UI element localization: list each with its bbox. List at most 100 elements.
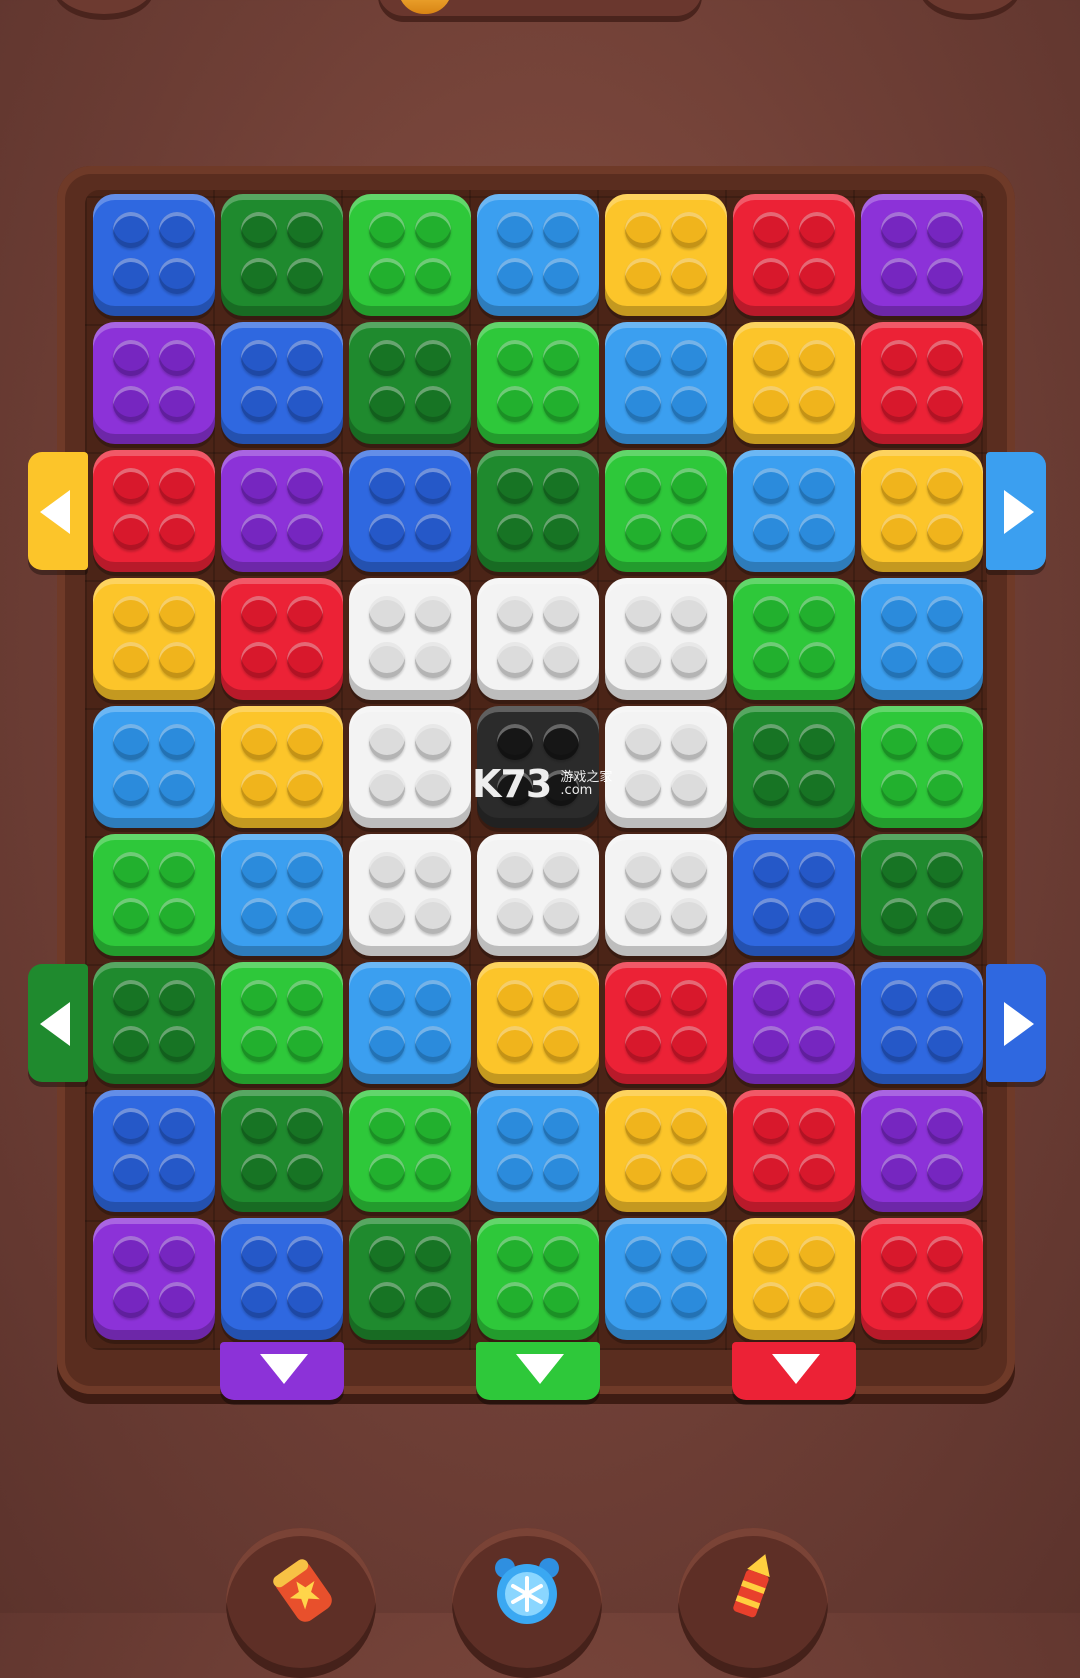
- tile-white[interactable]: [605, 578, 727, 700]
- freeze-clock-icon: [495, 1558, 559, 1624]
- tile-darkgreen[interactable]: [349, 1218, 471, 1340]
- tile-yellow[interactable]: [733, 1218, 855, 1340]
- tile-stud: [241, 1282, 277, 1318]
- tile-stud: [287, 1108, 323, 1144]
- tile-stud: [927, 1236, 963, 1272]
- tile-stud: [497, 724, 533, 760]
- shooter-left-yellow[interactable]: [28, 452, 88, 570]
- tile-stud: [241, 852, 277, 888]
- tile-yellow[interactable]: [605, 1090, 727, 1212]
- tile-green[interactable]: [349, 194, 471, 316]
- tile-green[interactable]: [477, 1218, 599, 1340]
- tile-stud: [927, 724, 963, 760]
- tile-stud: [543, 1236, 579, 1272]
- tile-stud: [881, 514, 917, 550]
- tile-red[interactable]: [733, 194, 855, 316]
- tile-white[interactable]: [349, 578, 471, 700]
- tile-yellow[interactable]: [861, 450, 983, 572]
- tile-yellow[interactable]: [221, 706, 343, 828]
- shooter-right-blue[interactable]: [986, 964, 1046, 1082]
- tile-lightblue[interactable]: [861, 578, 983, 700]
- tile-stud: [415, 1282, 451, 1318]
- tile-yellow[interactable]: [733, 322, 855, 444]
- tile-stud: [369, 898, 405, 934]
- tile-darkgreen[interactable]: [861, 834, 983, 956]
- tile-blue[interactable]: [221, 1218, 343, 1340]
- tile-green[interactable]: [733, 578, 855, 700]
- tile-red[interactable]: [605, 962, 727, 1084]
- tile-darkgreen[interactable]: [221, 1090, 343, 1212]
- tile-purple[interactable]: [221, 450, 343, 572]
- tile-yellow[interactable]: [605, 194, 727, 316]
- tile-lightblue[interactable]: [477, 194, 599, 316]
- tile-green[interactable]: [477, 322, 599, 444]
- tile-purple[interactable]: [93, 322, 215, 444]
- tile-stud: [415, 980, 451, 1016]
- shooter-bottom-purple[interactable]: [220, 1342, 344, 1400]
- booster-rocket[interactable]: [678, 1528, 828, 1678]
- shooter-left-darkgreen[interactable]: [28, 964, 88, 1082]
- tile-blue[interactable]: [93, 194, 215, 316]
- tile-stud: [543, 642, 579, 678]
- tile-purple[interactable]: [733, 962, 855, 1084]
- tile-red[interactable]: [221, 578, 343, 700]
- booster-firecracker[interactable]: [226, 1528, 376, 1678]
- tile-lightblue[interactable]: [605, 322, 727, 444]
- tile-stud: [497, 212, 533, 248]
- tile-darkgreen[interactable]: [221, 194, 343, 316]
- tile-white[interactable]: [349, 706, 471, 828]
- tile-lightblue[interactable]: [733, 450, 855, 572]
- tile-lightblue[interactable]: [605, 1218, 727, 1340]
- tile-white[interactable]: [605, 706, 727, 828]
- tile-darkgreen[interactable]: [477, 450, 599, 572]
- shooter-bottom-green[interactable]: [476, 1342, 600, 1400]
- tile-stud: [113, 1108, 149, 1144]
- tile-yellow[interactable]: [477, 962, 599, 1084]
- tile-stud: [369, 1108, 405, 1144]
- tile-blue[interactable]: [733, 834, 855, 956]
- tile-red[interactable]: [861, 322, 983, 444]
- tile-green[interactable]: [93, 834, 215, 956]
- top-left-button[interactable]: [54, 0, 154, 20]
- tile-blue[interactable]: [221, 322, 343, 444]
- tile-lightblue[interactable]: [477, 1090, 599, 1212]
- tile-white[interactable]: [477, 834, 599, 956]
- tile-darkgreen[interactable]: [733, 706, 855, 828]
- tile-stud: [671, 1026, 707, 1062]
- tile-darkgreen[interactable]: [93, 962, 215, 1084]
- tile-green[interactable]: [861, 706, 983, 828]
- tile-red[interactable]: [861, 1218, 983, 1340]
- tile-green[interactable]: [221, 962, 343, 1084]
- tile-stud: [799, 642, 835, 678]
- tile-lightblue[interactable]: [349, 962, 471, 1084]
- tile-white[interactable]: [605, 834, 727, 956]
- booster-freeze[interactable]: [452, 1528, 602, 1678]
- tile-purple[interactable]: [861, 194, 983, 316]
- top-right-button[interactable]: [920, 0, 1020, 20]
- tile-stud: [799, 852, 835, 888]
- tile-green[interactable]: [349, 1090, 471, 1212]
- arrow-icon: [1004, 490, 1034, 534]
- tile-stud: [543, 980, 579, 1016]
- shooter-right-lightblue[interactable]: [986, 452, 1046, 570]
- tile-blue[interactable]: [861, 962, 983, 1084]
- tile-blue[interactable]: [93, 1090, 215, 1212]
- tile-purple[interactable]: [861, 1090, 983, 1212]
- tile-darkgreen[interactable]: [349, 322, 471, 444]
- tile-stud: [287, 642, 323, 678]
- tile-red[interactable]: [93, 450, 215, 572]
- tile-white[interactable]: [349, 834, 471, 956]
- tile-red[interactable]: [733, 1090, 855, 1212]
- tile-stud: [799, 1282, 835, 1318]
- tile-yellow[interactable]: [93, 578, 215, 700]
- tile-white[interactable]: [477, 578, 599, 700]
- tile-purple[interactable]: [93, 1218, 215, 1340]
- tile-lightblue[interactable]: [221, 834, 343, 956]
- tile-green[interactable]: [605, 450, 727, 572]
- tile-blue[interactable]: [349, 450, 471, 572]
- tile-stud: [671, 468, 707, 504]
- tile-stud: [799, 770, 835, 806]
- tile-stud: [927, 468, 963, 504]
- shooter-bottom-red[interactable]: [732, 1342, 856, 1400]
- tile-lightblue[interactable]: [93, 706, 215, 828]
